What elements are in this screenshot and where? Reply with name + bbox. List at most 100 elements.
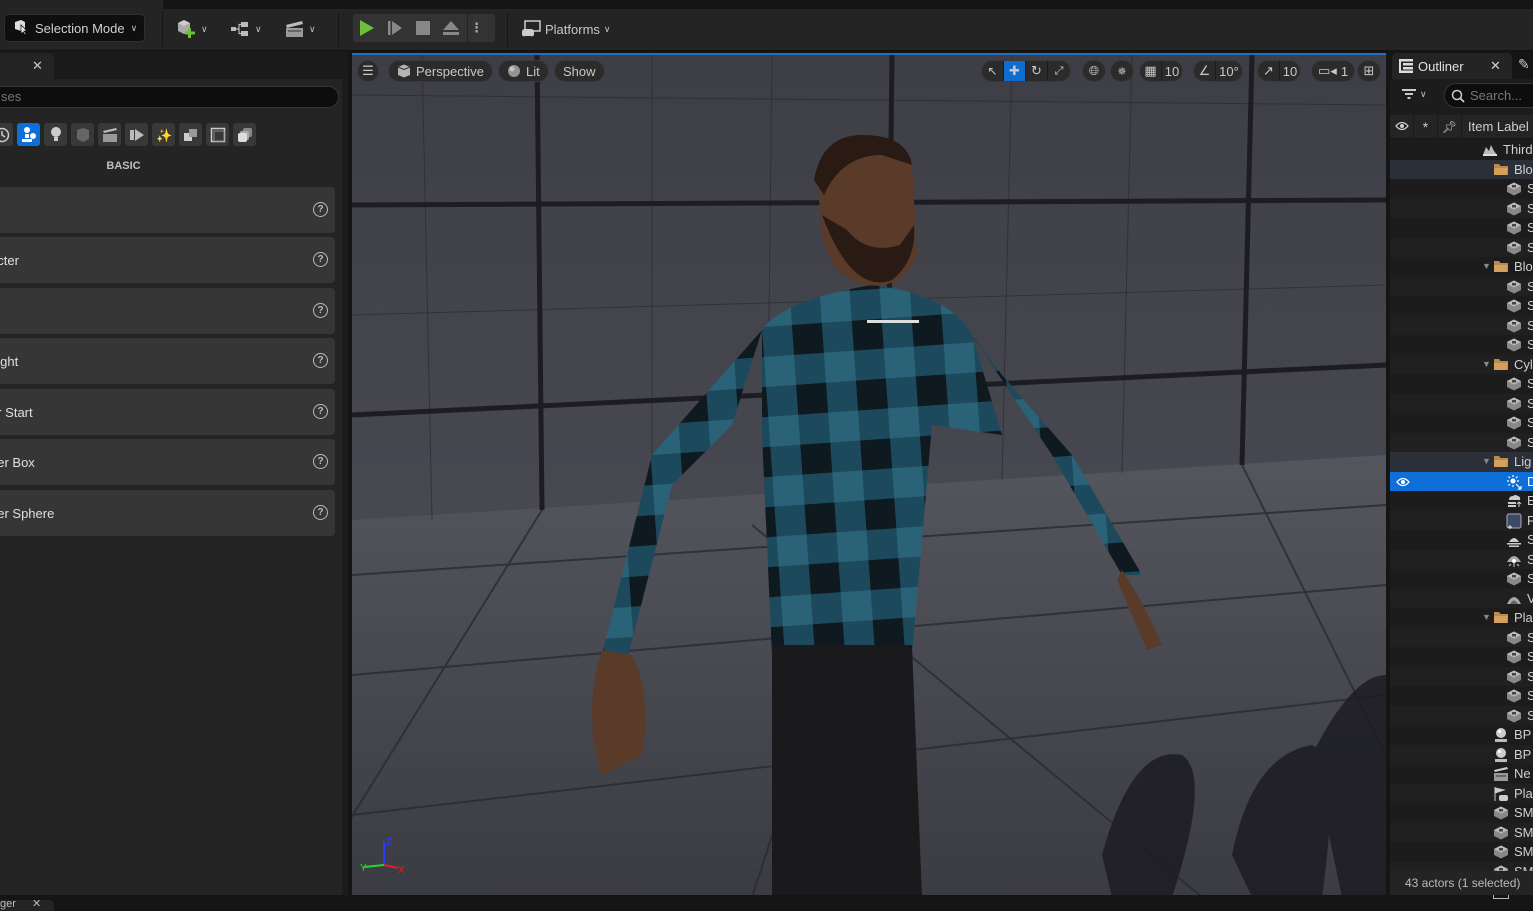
outliner-row[interactable]: S [1390,705,1533,725]
help-icon[interactable]: ? [313,505,328,520]
expand-arrow-icon[interactable]: ▼ [1482,261,1491,271]
pin-column[interactable]: 📌︎ [1438,114,1462,139]
outliner-folder-row[interactable]: Blo [1390,159,1533,179]
category-shapes[interactable] [71,123,94,146]
outliner-filter-button[interactable]: ∨ [1402,88,1427,100]
cinematics-button[interactable]: ∨ [284,16,316,42]
expand-arrow-icon[interactable]: ▼ [1482,456,1491,466]
outliner-row[interactable]: S [1390,393,1533,413]
pinned-column[interactable]: * [1414,114,1438,139]
outliner-row[interactable]: D [1390,471,1533,491]
rotation-snap-toggle[interactable]: ∠ [1194,61,1216,81]
level-viewport[interactable]: ☰ Perspective Lit Show ↖ ✚ ↻ ⤢ 🌐︎ ✵ ▦ 10… [352,53,1386,895]
category-recent[interactable] [0,123,13,146]
outliner-row[interactable]: BP [1390,744,1533,764]
viewport-layout-button[interactable]: ⊞ [1357,60,1381,82]
outliner-folder-row[interactable]: ▼ Blo [1390,257,1533,277]
viewport-options-button[interactable]: ☰ [357,60,379,82]
surface-snapping-button[interactable]: ✵ [1110,60,1134,82]
outliner-row[interactable]: S [1390,315,1533,335]
stop-button[interactable] [409,14,437,42]
bottom-tab[interactable]: ger ✕ [0,900,54,911]
outliner-row[interactable]: S [1390,218,1533,238]
help-icon[interactable]: ? [313,353,328,368]
details-tab-icon[interactable]: ✎ [1518,56,1530,73]
coordinate-system-button[interactable]: 🌐︎ [1082,60,1106,82]
outliner-tab[interactable]: Outliner ✕ [1392,53,1512,79]
help-icon[interactable]: ? [313,454,328,469]
outliner-row[interactable]: S [1390,374,1533,394]
outliner-row[interactable]: S [1390,647,1533,667]
expand-arrow-icon[interactable]: ▼ [1482,359,1491,369]
item-label-column[interactable]: Item Label [1462,119,1529,134]
actor-item[interactable]: ger Box? [0,439,335,485]
view-mode-button[interactable]: Lit [498,60,549,82]
outliner-row[interactable]: SM [1390,822,1533,842]
outliner-row[interactable]: Ne [1390,764,1533,784]
select-tool-button[interactable]: ↖ [982,61,1004,81]
actor-item[interactable]: Light? [0,338,335,384]
actor-item[interactable]: n? [0,288,335,334]
outliner-row[interactable]: S [1390,237,1533,257]
grid-snap-value[interactable]: 10 [1162,61,1182,81]
advance-frame-button[interactable] [381,14,409,42]
more-options-button[interactable]: ⋮ [467,14,485,42]
outliner-row[interactable]: SM [1390,803,1533,823]
grid-snap-toggle[interactable]: ▦ [1140,61,1162,81]
close-icon[interactable]: ✕ [32,58,43,74]
play-button[interactable] [353,14,381,42]
place-actors-search-input[interactable]: ses [0,86,339,108]
help-icon[interactable]: ? [313,202,328,217]
outliner-row[interactable]: S [1390,179,1533,199]
visibility-column[interactable] [1390,114,1414,139]
add-actor-button[interactable]: ∨ [176,16,208,42]
panel-scrollbar[interactable] [342,79,348,895]
actor-item[interactable]: er Start? [0,389,335,435]
category-basic[interactable] [17,123,40,146]
outliner-row[interactable]: S [1390,296,1533,316]
category-visual-effects[interactable] [125,123,148,146]
outliner-row[interactable]: S [1390,686,1533,706]
outliner-row[interactable]: BP [1390,725,1533,745]
help-icon[interactable]: ? [313,252,328,267]
perspective-button[interactable]: Perspective [388,60,493,82]
category-collections[interactable] [233,123,256,146]
selection-mode-dropdown[interactable]: Selection Mode ∨ [4,14,145,42]
category-volumes[interactable]: ✨ [152,123,175,146]
camera-speed-button[interactable]: ▭◂ 1 [1311,60,1356,82]
eject-button[interactable] [437,14,465,42]
outliner-row[interactable]: Pla [1390,783,1533,803]
outliner-row[interactable]: E [1390,491,1533,511]
outliner-row[interactable]: Third [1390,140,1533,160]
blueprint-button[interactable]: ∨ [230,16,262,42]
help-icon[interactable]: ? [313,404,328,419]
outliner-row[interactable]: S [1390,198,1533,218]
category-cinematic[interactable] [98,123,121,146]
outliner-folder-row[interactable]: ▼ Cyl [1390,354,1533,374]
outliner-row[interactable]: V [1390,588,1533,608]
category-lights[interactable] [44,123,67,146]
outliner-row[interactable]: S [1390,549,1533,569]
actor-item[interactable]: ger Sphere? [0,490,335,536]
scale-snap-value[interactable]: 10 [1280,61,1300,81]
scale-snap-toggle[interactable]: ↗ [1258,61,1280,81]
outliner-row[interactable]: S [1390,276,1533,296]
scale-tool-button[interactable]: ⤢ [1048,61,1070,81]
help-icon[interactable]: ? [313,303,328,318]
outliner-folder-row[interactable]: ▼ Lig [1390,452,1533,472]
level-tab[interactable] [0,0,163,9]
outliner-row[interactable]: S [1390,432,1533,452]
close-icon[interactable]: ✕ [1490,58,1501,74]
category-geometry[interactable] [206,123,229,146]
outliner-search-input[interactable]: Search... [1444,83,1533,108]
translate-tool-button[interactable]: ✚ [1004,61,1026,81]
outliner-folder-row[interactable]: ▼ Pla [1390,608,1533,628]
outliner-row[interactable]: S [1390,413,1533,433]
place-actors-tab[interactable]: ✕ [0,53,54,79]
outliner-row[interactable]: S [1390,335,1533,355]
outliner-row[interactable]: S [1390,666,1533,686]
outliner-row[interactable]: S [1390,530,1533,550]
outliner-row[interactable]: S [1390,627,1533,647]
rotation-snap-value[interactable]: 10° [1216,61,1242,81]
outliner-row[interactable]: F [1390,510,1533,530]
